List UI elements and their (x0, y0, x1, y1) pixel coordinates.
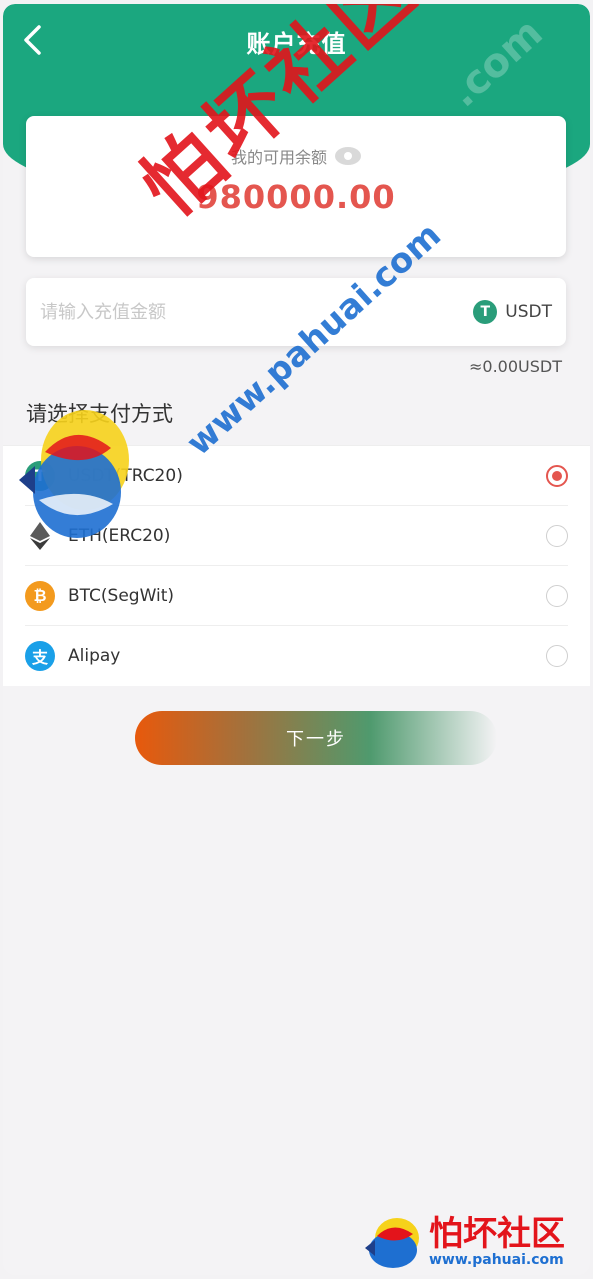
method-label: BTC(SegWit) (68, 585, 175, 606)
radio-alipay[interactable] (546, 645, 568, 667)
balance-card: 我的可用余额 980000.00 (26, 116, 566, 257)
currency-indicator: T USDT (473, 300, 552, 324)
amount-card: T USDT (26, 278, 566, 346)
radio-btc-segwit[interactable] (546, 585, 568, 607)
tether-icon: T (473, 300, 498, 324)
tether-icon: T (25, 460, 55, 491)
payment-section-title: 请选择支付方式 (26, 402, 173, 426)
footer-brand: 怕坏社区 (429, 1214, 565, 1254)
amount-input[interactable] (40, 292, 420, 332)
payment-method-eth-erc20[interactable]: ETH(ERC20) (25, 506, 568, 566)
bitcoin-icon: ₿ (25, 580, 55, 611)
approx-amount: ≈0.00USDT (469, 357, 562, 376)
method-label: ETH(ERC20) (68, 525, 171, 546)
next-button[interactable]: 下一步 (135, 711, 497, 765)
payment-method-btc-segwit[interactable]: ₿ BTC(SegWit) (25, 566, 568, 626)
radio-eth-erc20[interactable] (546, 525, 568, 547)
alipay-icon: 支 (25, 641, 55, 671)
eye-icon[interactable] (335, 147, 361, 165)
ethereum-icon (25, 521, 55, 551)
footer-watermark: 怕坏社区 www.pahuai.com (363, 1214, 565, 1270)
balance-label: 我的可用余额 (230, 148, 327, 167)
payment-method-alipay[interactable]: 支 Alipay (25, 626, 568, 686)
radio-usdt-trc20[interactable] (546, 465, 568, 487)
currency-label: USDT (505, 302, 552, 322)
app-frame: 账户充值 .com 我的可用余额 980000.00 T USDT ≈0.00U… (3, 4, 590, 1275)
balance-value: 980000.00 (196, 178, 396, 216)
payment-method-list: T USDT(TRC20) ETH(ERC20) ₿ BTC(SegWit) 支… (3, 445, 590, 686)
method-label: Alipay (68, 646, 121, 666)
method-label: USDT(TRC20) (68, 465, 183, 486)
top-bar: 账户充值 .com (3, 4, 590, 116)
footer-url: www.pahuai.com (429, 1252, 564, 1268)
footer-text: 怕坏社区 www.pahuai.com (429, 1216, 565, 1268)
balance-label-row: 我的可用余额 (26, 144, 566, 168)
fish-logo-icon (365, 1218, 419, 1268)
payment-method-usdt-trc20[interactable]: T USDT(TRC20) (25, 446, 568, 506)
